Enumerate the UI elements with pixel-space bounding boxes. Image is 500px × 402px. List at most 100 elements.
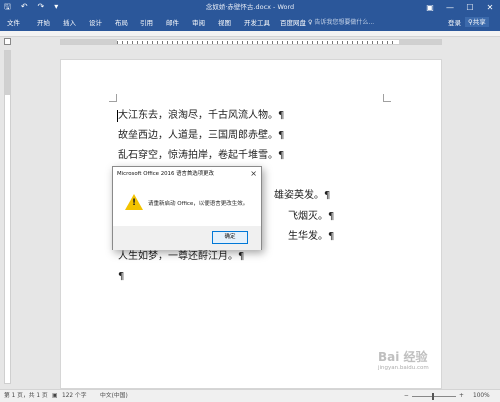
ruler-tick [247,41,248,44]
tab-insert[interactable]: 插入 [63,18,76,28]
ruler-tick [312,41,313,44]
ruler-tick [237,41,238,44]
ruler-ticks [117,41,399,44]
paragraph-2[interactable]: 故垒西边，人道是，三国周郎赤壁。¶ [118,129,284,142]
tab-view[interactable]: 视图 [218,18,231,28]
zoom-slider-track[interactable] [412,396,456,397]
horizontal-ruler[interactable] [60,39,442,45]
share-label: 共享 [472,18,486,26]
ruler-tick [217,41,218,44]
dialog-close-icon[interactable]: × [250,169,257,179]
vertical-ruler[interactable] [4,50,11,384]
ruler-tick [267,41,268,44]
ruler-tick [337,41,338,44]
undo-icon[interactable]: ↶ [21,2,28,12]
crop-mark-top-left [109,94,117,102]
ruler-tick [332,41,333,44]
tell-me-placeholder: 告诉我您想要做什么... [314,19,375,26]
tab-references[interactable]: 引用 [140,18,153,28]
ruler-tick [187,41,188,44]
ruler-tick [277,41,278,44]
redo-icon[interactable]: ↷ [38,2,45,12]
tell-me-box[interactable]: ♀ 告诉我您想要做什么... [308,18,374,28]
dialog-body: ! 请重新启动 Office，以便语言更改生效。 [113,182,261,226]
ruler-tick [352,41,353,44]
ruler-tick [317,41,318,44]
word-count[interactable]: 122 个字 [62,392,87,400]
ruler-tick [147,41,148,44]
ruler-tick [372,41,373,44]
ruler-tick [257,41,258,44]
zoom-in-button[interactable]: + [459,392,464,400]
zoom-out-button[interactable]: − [404,392,409,400]
page-count[interactable]: 第 1 页，共 1 页 [4,392,48,400]
ruler-tick [387,41,388,44]
tab-baidu-netdisk[interactable]: 百度网盘 [280,18,306,28]
tab-review[interactable]: 审阅 [192,18,205,28]
tab-selector[interactable] [4,38,11,45]
maximize-button[interactable]: ☐ [460,0,480,15]
ruler-tick [272,41,273,44]
ruler-tick [117,41,118,44]
paragraph-6[interactable]: 生华发。¶ [288,230,334,243]
paragraph-3[interactable]: 乱石穿空，惊涛拍岸，卷起千堆雪。¶ [118,149,284,162]
close-button[interactable]: ✕ [480,0,500,15]
ruler-tick [322,41,323,44]
zoom-slider-thumb[interactable] [432,393,434,400]
watermark-url: jingyan.baidu.com [378,365,429,371]
ok-button[interactable]: 确定 [212,231,248,244]
ruler-tick [342,41,343,44]
zoom-level[interactable]: 100% [473,392,490,400]
ruler-tick [392,41,393,44]
tab-design[interactable]: 设计 [89,18,102,28]
paragraph-7[interactable]: 人生如梦，一尊还酹江月。¶ [118,250,244,263]
ruler-tick [307,41,308,44]
status-bar: 第 1 页，共 1 页 ▣ 122 个字 中文(中国) − + 100% [0,389,500,402]
ruler-tick [327,41,328,44]
customize-qat-icon[interactable]: ▾ [54,2,58,12]
save-icon[interactable]: 🖫 [4,2,11,12]
tab-file[interactable]: 文件 [7,18,20,28]
paragraph-4[interactable]: 雄姿英发。¶ [274,189,330,202]
ruler-tick [192,41,193,44]
ruler-tick [287,41,288,44]
ribbon-display-options-button[interactable]: ▣ [420,0,440,15]
minimize-button[interactable]: — [440,0,460,15]
ruler-tick [242,41,243,44]
ruler-tick [132,41,133,44]
horizontal-ruler-row [0,37,500,47]
warning-icon-mark: ! [132,198,137,208]
dialog-footer: 确定 [113,226,261,250]
ruler-tick [227,41,228,44]
tab-home[interactable]: 开始 [37,18,50,28]
ruler-tick [172,41,173,44]
tab-developer[interactable]: 开发工具 [244,18,270,28]
paragraph-5[interactable]: 飞烟灭。¶ [288,210,334,223]
login-link[interactable]: 登录 [448,18,461,28]
ruler-tick [162,41,163,44]
ruler-tick [222,41,223,44]
share-button[interactable]: ⚲共享 [465,17,489,27]
ruler-tick [347,41,348,44]
crop-mark-top-right [383,94,391,102]
ruler-left-margin [61,40,117,44]
tab-mailings[interactable]: 邮件 [166,18,179,28]
ruler-tick [302,41,303,44]
language-change-dialog: Microsoft Office 2016 语言首选项更改 × ! 请重新启动 … [112,166,262,250]
ruler-tick [212,41,213,44]
ruler-tick [177,41,178,44]
ruler-tick [297,41,298,44]
ruler-tick [152,41,153,44]
proofing-icon[interactable]: ▣ [52,392,57,400]
title-bar: 🖫 ↶ ↷ ▾ 念奴娇·赤壁怀古.docx - Word ▣ — ☐ ✕ [0,0,500,15]
lightbulb-icon: ♀ [308,19,313,26]
language-indicator[interactable]: 中文(中国) [100,392,128,400]
ruler-tick [157,41,158,44]
ribbon-tabs: 文件 开始 插入 设计 布局 引用 邮件 审阅 视图 开发工具 百度网盘 ♀ 告诉… [0,15,500,31]
paragraph-1[interactable]: 大江东去，浪淘尽，千古风流人物。¶ [118,109,284,122]
paragraph-8[interactable]: ¶ [118,270,124,283]
tab-layout[interactable]: 布局 [115,18,128,28]
baidu-watermark: Bai 经验 jingyan.baidu.com [378,348,429,371]
ruler-tick [207,41,208,44]
dialog-titlebar: Microsoft Office 2016 语言首选项更改 × [113,167,261,182]
